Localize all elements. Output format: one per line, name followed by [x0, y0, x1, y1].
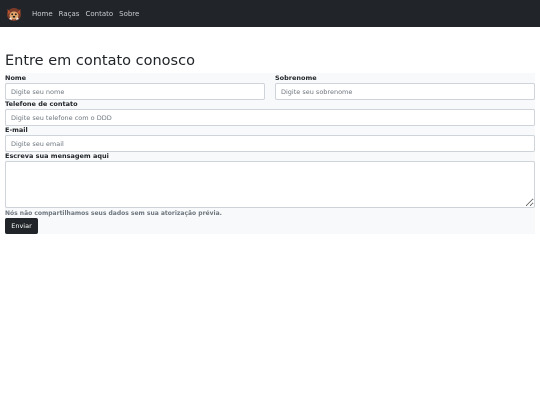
dog-logo-icon[interactable] [6, 5, 22, 22]
email-label: E-mail [5, 126, 28, 134]
nome-label: Nome [5, 74, 27, 82]
mensagem-label: Escreva sua mensagem aqui [5, 152, 109, 160]
nav-link-sobre[interactable]: Sobre [119, 10, 139, 18]
enviar-button[interactable]: Enviar [5, 218, 38, 234]
privacy-note: Nós não compartilhamos seus dados sem su… [5, 210, 222, 217]
sobrenome-label: Sobrenome [275, 74, 317, 82]
nav-links: Home Raças Contato Sobre [32, 0, 145, 27]
nav-link-racas[interactable]: Raças [59, 10, 80, 18]
sobrenome-input[interactable] [275, 83, 535, 100]
telefone-input[interactable] [5, 109, 535, 126]
email-input[interactable] [5, 135, 535, 152]
mensagem-textarea[interactable] [5, 161, 535, 208]
page-title: Entre em contato conosco [5, 53, 195, 69]
nome-input[interactable] [5, 83, 265, 100]
telefone-label: Telefone de contato [5, 100, 78, 108]
top-navbar: Home Raças Contato Sobre [0, 0, 540, 27]
nav-link-contato[interactable]: Contato [85, 10, 113, 18]
nav-link-home[interactable]: Home [32, 10, 53, 18]
